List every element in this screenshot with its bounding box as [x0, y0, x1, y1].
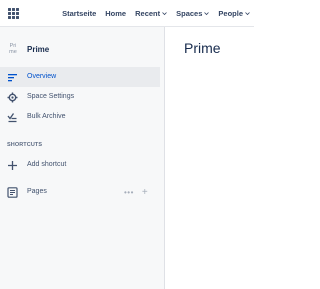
chevron-down-icon: [204, 11, 210, 16]
nav-recent-dropdown[interactable]: Recent: [135, 9, 167, 18]
nav-spaces-dropdown[interactable]: Spaces: [176, 9, 210, 18]
archive-icon: [7, 112, 18, 123]
sidebar-item-label: Overview: [27, 73, 57, 80]
space-name: Prime: [27, 45, 50, 54]
add-page-icon[interactable]: +: [142, 187, 148, 198]
add-shortcut-label: Add shortcut: [27, 161, 67, 168]
sidebar-item-pages[interactable]: Pages: [0, 182, 120, 202]
sidebar-item-label: Space Settings: [27, 93, 75, 100]
page-title: Prime: [184, 40, 221, 56]
shortcuts-heading: SHORTCUTS: [7, 142, 43, 148]
plus-icon: [7, 160, 18, 171]
space-avatar-line2: me: [9, 48, 17, 55]
gear-icon: [7, 92, 18, 103]
more-icon[interactable]: •••: [124, 188, 134, 197]
sidebar-item-overview[interactable]: Overview: [0, 67, 160, 87]
add-shortcut-button[interactable]: Add shortcut: [0, 155, 160, 175]
pages-icon: [7, 187, 18, 198]
top-navigation-bar: Startseite Home Recent Spaces People: [0, 0, 254, 27]
nav-home[interactable]: Home: [105, 9, 126, 18]
space-header[interactable]: Pri me Prime: [7, 43, 49, 56]
sidebar-item-label: Bulk Archive: [27, 113, 66, 120]
space-sidebar: Pri me Prime Overview Space Settings Bul…: [0, 27, 165, 289]
chevron-down-icon: [245, 11, 250, 16]
nav-startseite[interactable]: Startseite: [62, 9, 96, 18]
chevron-down-icon: [162, 11, 167, 16]
nav-people-dropdown[interactable]: People: [218, 9, 250, 18]
sidebar-item-bulk-archive[interactable]: Bulk Archive: [0, 107, 160, 127]
overview-icon: [7, 72, 18, 83]
sidebar-item-space-settings[interactable]: Space Settings: [0, 87, 160, 107]
sidebar-item-label: Pages: [27, 188, 47, 195]
top-nav: Startseite Home Recent Spaces People: [62, 0, 250, 27]
pages-actions: ••• +: [124, 187, 148, 198]
space-avatar: Pri me: [7, 43, 19, 56]
app-switcher-grid-icon[interactable]: [8, 8, 19, 19]
